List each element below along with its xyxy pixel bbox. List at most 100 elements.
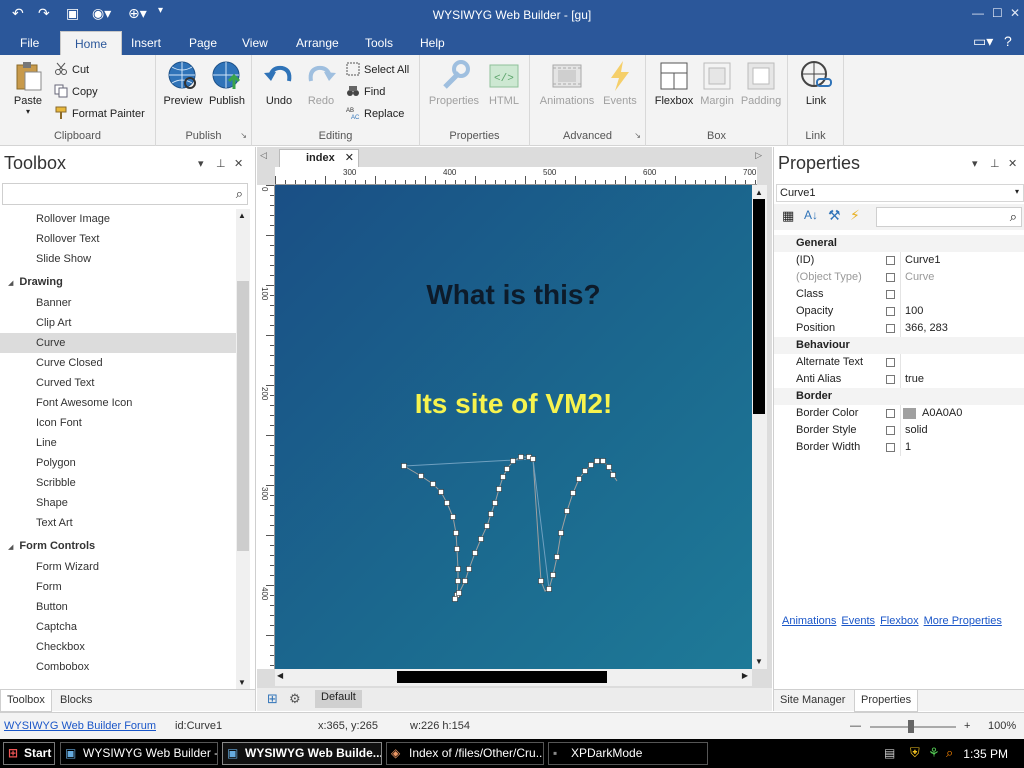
tab-arrange[interactable]: Arrange [296,36,339,50]
toolbox-item[interactable]: Form [0,577,236,597]
tab-home[interactable]: Home [60,31,123,55]
property-row[interactable]: (Object Type) Curve [774,269,1024,286]
toolbox-item[interactable]: Polygon [0,453,236,473]
property-row[interactable]: (ID) Curve1 [774,252,1024,269]
tab-view[interactable]: View [242,36,268,50]
curve-handle[interactable] [488,511,494,517]
help-icon[interactable]: ? [1004,33,1012,49]
property-category[interactable]: General [774,235,1024,252]
toolbox-menu-icon[interactable]: ▾ [198,157,204,170]
toolbox-scroll-thumb[interactable] [237,281,249,551]
toolbox-item[interactable]: Form Wizard [0,557,236,577]
property-row[interactable]: Class [774,286,1024,303]
paste-dropdown-icon[interactable]: ▾ [8,107,48,116]
toolbox-item[interactable]: Font Awesome Icon [0,393,236,413]
property-toggle-icon[interactable] [886,290,895,299]
toolbox-item[interactable]: Curve [0,333,236,353]
close-icon[interactable]: ✕ [1010,6,1020,20]
property-toggle-icon[interactable] [886,409,895,418]
curve-handle[interactable] [484,523,490,529]
tab-page[interactable]: Page [189,36,217,50]
find-button[interactable]: Find [346,84,385,98]
curve-handle[interactable] [401,463,407,469]
redo-button[interactable]: Redo [302,59,340,107]
editor-vscroll-thumb[interactable] [753,199,765,414]
curve-handle[interactable] [610,472,616,478]
curve-handle[interactable] [452,596,458,602]
taskbar-app-2[interactable]: ▣ WYSIWYG Web Builde... [222,742,382,765]
tab-site-manager[interactable]: Site Manager [774,690,851,712]
search-icon[interactable]: ⌕ [236,186,243,202]
zoom-in-icon[interactable]: + [964,720,970,732]
more-properties-link[interactable]: More Properties [924,615,1002,627]
property-row[interactable]: Opacity 100 [774,303,1024,320]
curve-handle[interactable] [418,473,424,479]
publish-button[interactable]: Publish [206,59,248,107]
tab-tools[interactable]: Tools [365,36,393,50]
taskbar-app-3[interactable]: ◈ Index of /files/Other/Cru... [386,742,544,765]
color-swatch[interactable] [903,408,916,419]
curve-handles[interactable] [401,454,616,602]
curve-object[interactable] [395,445,625,605]
toolbox-scrollbar[interactable]: ▲ ▼ [236,209,250,689]
search-tray-icon[interactable]: ⌕ [946,745,953,761]
scroll-down-icon[interactable]: ▼ [238,678,246,687]
curve-handle[interactable] [510,458,516,464]
toolbox-item[interactable]: Button [0,597,236,617]
curve-handle[interactable] [450,514,456,520]
property-value[interactable]: A0A0A0 [922,405,962,422]
property-value[interactable]: 1 [905,439,911,456]
property-value[interactable]: true [905,371,924,388]
properties-wrench-icon[interactable]: ⚒ [828,207,841,224]
add-page-icon[interactable]: ⊞ [267,691,278,707]
property-category[interactable]: Behaviour [774,337,1024,354]
padding-button[interactable]: Padding [738,59,784,107]
curve-handle[interactable] [554,554,560,560]
tab-insert[interactable]: Insert [131,36,161,50]
curve-handle[interactable] [455,566,461,572]
curve-handle[interactable] [550,572,556,578]
curve-handle[interactable] [588,462,594,468]
property-value[interactable]: 100 [905,303,923,320]
curve-handle[interactable] [564,508,570,514]
property-value[interactable]: 366, 283 [905,320,948,337]
curve-handle[interactable] [518,454,524,460]
properties-menu-icon[interactable]: ▾ [972,157,978,170]
property-row[interactable]: Position 366, 283 [774,320,1024,337]
property-value[interactable]: Curve [905,269,934,286]
tab-blocks[interactable]: Blocks [54,690,98,712]
toolbox-pin-icon[interactable]: ⊥ [216,157,226,170]
curve-handle[interactable] [438,489,444,495]
property-toggle-icon[interactable] [886,256,895,265]
flexbox-link[interactable]: Flexbox [880,615,919,627]
properties-pin-icon[interactable]: ⊥ [990,157,1000,170]
curve-handle[interactable] [462,578,468,584]
toolbox-item[interactable]: Line [0,433,236,453]
curve-handle[interactable] [582,468,588,474]
curve-handle[interactable] [430,481,436,487]
editor-horizontal-scrollbar[interactable]: ◀ ▶ [275,669,752,686]
toolbox-item[interactable]: Icon Font [0,413,236,433]
property-value[interactable]: Curve1 [905,252,940,269]
curve-handle[interactable] [606,464,612,470]
flexbox-button[interactable]: Flexbox [652,59,696,107]
design-canvas[interactable]: What is this? Its site of VM2! [275,185,752,669]
curve-handle[interactable] [558,530,564,536]
tabs-scroll-right-icon[interactable]: ▷ [755,150,762,161]
curve-handle[interactable] [455,578,461,584]
editor-scroll-up-icon[interactable]: ▲ [755,188,763,197]
property-toggle-icon[interactable] [886,273,895,282]
toolbox-item[interactable]: Combobox [0,657,236,677]
editor-hscroll-thumb[interactable] [397,671,607,683]
curve-handle[interactable] [576,476,582,482]
keyboard-icon[interactable]: ▤ [884,746,895,760]
property-row[interactable]: Anti Alias true [774,371,1024,388]
curve-handle[interactable] [570,490,576,496]
property-toggle-icon[interactable] [886,443,895,452]
toolbox-item[interactable]: Captcha [0,617,236,637]
property-toggle-icon[interactable] [886,324,895,333]
editor-scroll-left-icon[interactable]: ◀ [277,671,283,680]
undo-button[interactable]: Undo [260,59,298,107]
toolbox-item[interactable]: Curved Text [0,373,236,393]
toolbox-item[interactable]: Checkbox [0,637,236,657]
